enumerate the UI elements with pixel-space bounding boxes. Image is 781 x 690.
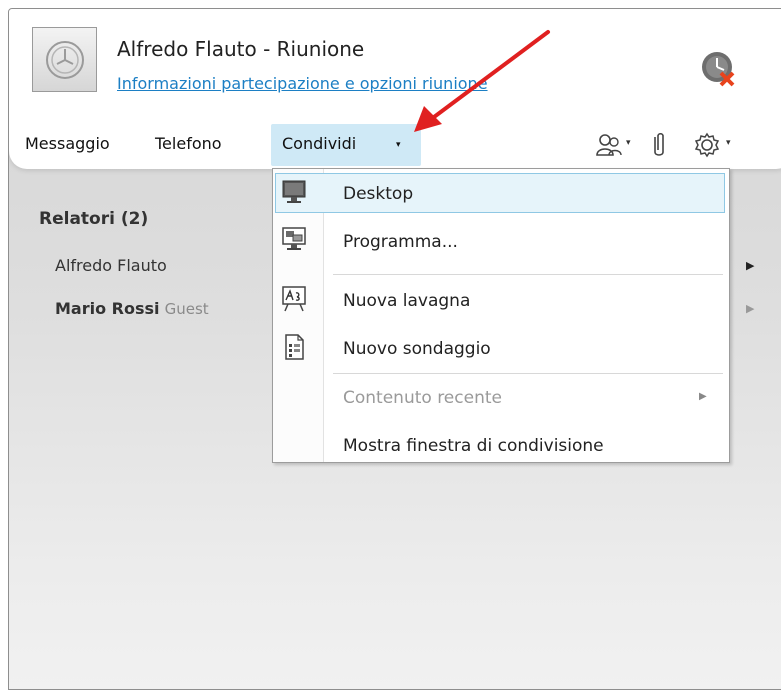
speakers-section-title: Relatori (2)	[39, 209, 149, 229]
window-header: Alfredo Flauto - Riunione Informazioni p…	[9, 9, 781, 169]
chevron-right-icon[interactable]: ▶	[746, 259, 754, 272]
menu-item-label: Mostra finestra di condivisione	[343, 436, 604, 456]
share-dropdown-menu: Desktop Programma... Nuova lavagna Nuovo…	[272, 168, 730, 463]
toolbar: Messaggio Telefono Condividi ▾ ▾ ▾	[9, 124, 781, 166]
menu-separator	[333, 373, 723, 374]
menu-item-label: Nuova lavagna	[343, 291, 471, 311]
message-button[interactable]: Messaggio	[25, 134, 110, 153]
participant-name: Mario Rossi	[55, 299, 160, 318]
menu-item-label: Programma...	[343, 232, 458, 252]
menu-item-desktop[interactable]: Desktop	[273, 171, 729, 217]
program-icon	[282, 227, 306, 250]
meeting-title: Alfredo Flauto - Riunione	[117, 37, 365, 61]
phone-button[interactable]: Telefono	[155, 134, 222, 153]
menu-item-label: Nuovo sondaggio	[343, 339, 491, 359]
menu-item-label: Contenuto recente	[343, 388, 502, 408]
attachment-icon[interactable]	[650, 131, 668, 159]
menu-item-recent-content: Contenuto recente ▶	[273, 375, 729, 421]
chevron-right-icon[interactable]: ▶	[746, 302, 754, 315]
desktop-icon	[282, 180, 306, 203]
whiteboard-icon	[282, 286, 306, 312]
menu-item-program[interactable]: Programma...	[273, 219, 729, 265]
chevron-down-icon: ▾	[396, 140, 401, 150]
poll-icon	[285, 334, 304, 360]
meeting-avatar	[32, 27, 97, 92]
chevron-down-icon[interactable]: ▾	[726, 138, 731, 148]
gear-icon[interactable]	[693, 131, 721, 159]
clock-icon	[46, 41, 84, 79]
menu-item-poll[interactable]: Nuovo sondaggio	[273, 326, 729, 372]
menu-item-show-share-window[interactable]: Mostra finestra di condivisione	[273, 423, 729, 469]
menu-item-whiteboard[interactable]: Nuova lavagna	[273, 278, 729, 324]
share-label: Condividi	[282, 134, 357, 153]
annotation-arrow	[414, 30, 550, 132]
chevron-down-icon[interactable]: ▾	[626, 138, 631, 148]
chevron-right-icon: ▶	[699, 391, 707, 402]
participant-row[interactable]: Alfredo Flauto	[55, 256, 167, 275]
meeting-ended-icon	[702, 52, 735, 87]
participant-name: Alfredo Flauto	[55, 256, 167, 275]
participant-row[interactable]: Mario Rossi Guest	[55, 299, 209, 318]
meeting-window: Alfredo Flauto - Riunione Informazioni p…	[8, 8, 781, 690]
participants-icon[interactable]	[594, 131, 624, 159]
menu-separator	[333, 274, 723, 275]
participant-role: Guest	[164, 300, 209, 318]
menu-item-label: Desktop	[343, 184, 414, 204]
share-button[interactable]: Condividi ▾	[271, 124, 421, 166]
